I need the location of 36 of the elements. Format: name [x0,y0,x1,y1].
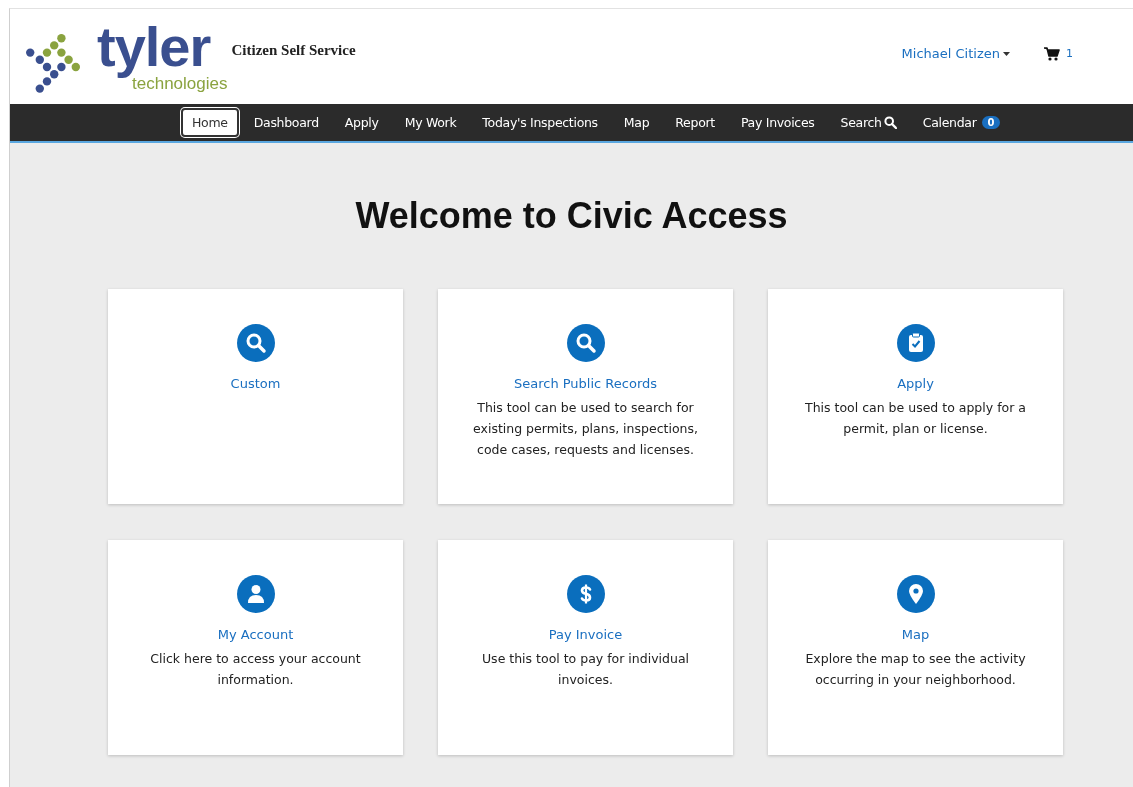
nav-tab[interactable]: Map [612,108,661,137]
user-icon [236,575,275,613]
tile-description: Click here to access your account information. [149,650,362,689]
tile-link[interactable]: Pay Invoice [548,627,623,642]
app-title: Citizen Self Service [231,42,356,59]
nav-tab[interactable]: Today's Inspections [471,108,609,137]
nav-tab[interactable]: Pay Invoices [729,108,826,137]
tile-link[interactable]: My Account [217,627,294,642]
nav-tab[interactable]: Calendar 0 [911,108,1012,137]
nav-tab[interactable]: Search [829,108,908,137]
search-icon [566,324,605,362]
map-pin-icon [896,575,935,613]
tile-link[interactable]: Apply [897,376,934,391]
search-icon [236,324,275,362]
nav-tab[interactable]: Dashboard [242,108,330,137]
tile-description: Use this tool to pay for individual invoices. [480,650,691,689]
tile-link[interactable]: Custom [230,376,281,391]
user-menu-link[interactable]: Michael Citizen [901,46,1010,61]
search-icon [883,116,897,129]
tile-description: This tool can be used to search for existing permits, plans, inspections, code cases, requests and licenses. [472,399,699,459]
logo-tagline: technologies [132,74,228,93]
count-badge: 0 [981,116,1001,129]
nav-tab[interactable]: Home [181,108,239,137]
nav-tab[interactable]: Report [664,108,726,137]
clipboard-icon [896,324,935,362]
page-heading: Welcome to Civic Access [355,195,788,237]
tile-description: Explore the map to see the activity occurring in your neighborhood. [804,650,1027,689]
cart-icon [1044,46,1060,61]
nav-tab[interactable]: My Work [393,108,468,137]
tile-link[interactable]: Map [901,627,930,642]
nav-tab[interactable]: Apply [333,108,390,137]
caret-icon [1003,51,1010,56]
cart-link[interactable]: 1 [1044,46,1073,61]
tile-link[interactable]: Search Public Records [513,376,658,391]
tile-description: This tool can be used to apply for a permit, plan or license. [804,399,1027,438]
dollar-icon [566,575,605,613]
